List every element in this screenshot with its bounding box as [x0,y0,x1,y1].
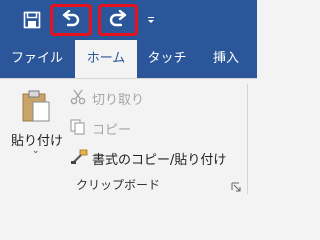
format-painter-button[interactable]: 書式のコピー/貼り付け [68,146,240,168]
clipboard-paste-icon [22,90,50,122]
undo-icon [62,10,80,27]
undo-button[interactable] [50,4,92,36]
dialog-launcher-icon[interactable] [231,182,241,192]
paste-button[interactable]: 貼り付け ⌄ [8,84,66,170]
save-icon [23,11,41,29]
customize-qat-icon [148,17,154,23]
scissors-icon [70,89,86,105]
customize-qat-button[interactable] [144,4,158,36]
cut-label: 切り取り [92,93,145,108]
tab-insert[interactable]: 挿入 [198,40,254,78]
copy-button[interactable]: コピー [68,116,228,138]
format-painter-label: 書式のコピー/貼り付け [92,153,227,168]
group-separator [247,84,248,194]
redo-icon [109,10,127,27]
redo-button[interactable] [98,4,138,36]
cut-button[interactable]: 切り取り [68,86,228,108]
copy-icon [70,119,85,135]
save-button[interactable] [18,4,46,36]
clipboard-group-label: クリップボード [76,178,161,192]
chevron-down-icon: ⌄ [32,146,40,156]
tab-touch[interactable]: タッチ [140,40,194,78]
tab-file[interactable]: ファイル [2,40,72,78]
format-painter-icon [71,149,88,164]
tab-home[interactable]: ホーム [75,40,137,78]
copy-label: コピー [92,123,132,138]
